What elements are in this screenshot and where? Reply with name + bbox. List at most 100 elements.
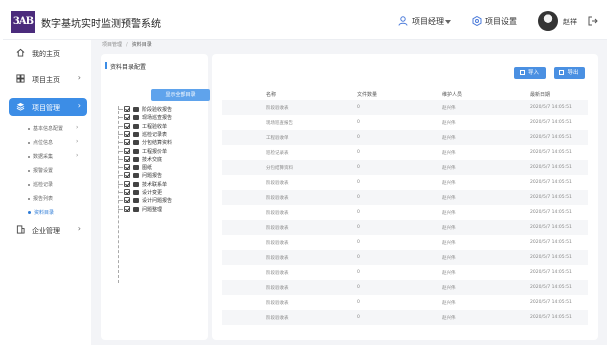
sidebar-item-home[interactable]: 我的主页 (9, 44, 87, 62)
chevron-right-icon: › (76, 124, 79, 131)
cell-maintainer: 赵兴伟 (442, 316, 456, 321)
avatar[interactable] (538, 11, 558, 31)
cell-file-count: 0 (357, 225, 360, 230)
table-row[interactable]: 阶段验收表 0 赵兴伟 2020/5/7 14:05:51 (222, 220, 588, 235)
cell-file-count: 0 (357, 285, 360, 290)
table-row[interactable]: 阶段验收表 0 赵兴伟 2020/5/7 14:05:51 (222, 265, 588, 280)
sidebar-subitem-documents[interactable]: 资料目录 (28, 209, 88, 216)
sidebar-item-project-management[interactable]: 项目管理 › (9, 98, 87, 116)
table-row[interactable]: 阶段验收表 0 赵兴伟 2020/5/7 14:05:51 (222, 175, 588, 190)
sidebar-subitem-data-collection[interactable]: 数据采集 › (28, 152, 88, 160)
cell-file-count: 0 (357, 180, 360, 185)
cell-latest-date: 2020/5/7 14:05:51 (530, 150, 572, 155)
sidebar-item-label: 项目主页 (32, 76, 60, 84)
cell-maintainer: 赵兴伟 (442, 271, 456, 276)
cell-latest-date: 2020/5/7 14:05:51 (530, 210, 572, 215)
checkbox-checked[interactable] (124, 164, 130, 171)
table-row[interactable]: 阶段验收表 0 赵兴伟 2020/5/7 14:05:51 (222, 280, 588, 295)
sidebar-subitem-inspection[interactable]: 巡检记录 (28, 181, 88, 188)
checkbox-checked[interactable] (124, 106, 130, 112)
table-row[interactable]: 阶段验收表 0 赵兴伟 2020/5/7 14:05:51 (222, 100, 588, 115)
cell-file-count: 0 (357, 195, 360, 200)
folder-icon (133, 198, 139, 204)
show-all-directories-button[interactable]: 显示全部目录 (151, 89, 210, 101)
cell-name: 阶段验收表 (266, 211, 289, 216)
sidebar-subitem-reports[interactable]: 报告列表 (28, 195, 88, 202)
table-row[interactable]: 分包结算资料 0 赵兴伟 2020/5/7 14:05:51 (222, 160, 588, 175)
tree-node-label: 巡检记录表 (142, 131, 168, 138)
checkbox-checked[interactable] (124, 189, 130, 195)
checkbox-checked[interactable] (124, 197, 130, 204)
column-header-maintainer[interactable]: 维护人员 (442, 91, 462, 98)
folder-icon (133, 190, 139, 195)
cell-latest-date: 2020/5/7 14:05:51 (530, 105, 572, 110)
cell-name: 现场巡查报告 (266, 121, 293, 126)
folder-icon (133, 123, 139, 129)
tree-connector (118, 133, 123, 135)
sidebar-item-project-home[interactable]: 项目主页 › (9, 70, 87, 88)
checkbox-checked[interactable] (124, 114, 130, 121)
table-row[interactable]: 阶段验收表 0 赵兴伟 2020/5/7 14:05:51 (222, 205, 588, 220)
sidebar-subitem-alarm-settings[interactable]: 报警设置 (28, 167, 88, 174)
cell-latest-date: 2020/5/7 14:05:51 (530, 240, 572, 245)
import-icon (519, 70, 525, 75)
sidebar-item-label: 我的主页 (32, 50, 60, 58)
checkbox-checked[interactable] (124, 139, 130, 146)
column-header-latest-date[interactable]: 最新日期 (530, 91, 550, 98)
table-row[interactable]: 阶段验收表 0 赵兴伟 2020/5/7 14:05:51 (222, 295, 588, 310)
tree-node-label: 工程报价单 (142, 148, 168, 155)
column-header-name[interactable]: 名称 (266, 91, 276, 98)
checkbox-checked[interactable] (124, 147, 130, 154)
chevron-right-icon: › (77, 101, 81, 110)
cell-file-count: 0 (357, 210, 360, 215)
cell-maintainer: 赵兴伟 (442, 226, 456, 231)
folder-icon (133, 181, 139, 187)
app-logo[interactable]: 3AB (11, 11, 35, 33)
user-name[interactable]: 赵祥 (563, 17, 577, 27)
checkbox-checked[interactable] (124, 130, 130, 137)
tree-connector (118, 167, 123, 169)
export-icon (559, 70, 565, 75)
cell-maintainer: 赵兴伟 (442, 121, 456, 126)
checkbox-checked[interactable] (124, 122, 130, 129)
table-row[interactable]: 工程验收单 0 赵兴伟 2020/5/7 14:05:51 (222, 130, 588, 145)
cell-file-count: 0 (357, 240, 360, 245)
cell-latest-date: 2020/5/7 14:05:51 (530, 195, 572, 200)
building-icon (16, 225, 25, 234)
column-header-file-count[interactable]: 文件数量 (357, 91, 377, 98)
app-title: 数字基坑实时监测预警系统 (41, 19, 161, 30)
cell-file-count: 0 (357, 150, 360, 155)
cell-name: 阶段验收表 (266, 241, 289, 246)
tree-connector (118, 158, 123, 160)
chevron-down-icon[interactable] (445, 20, 451, 24)
table-row[interactable]: 阶段验收表 0 赵兴伟 2020/5/7 14:05:51 (222, 310, 588, 325)
table-row[interactable]: 现场巡查报告 0 赵兴伟 2020/5/7 14:05:51 (222, 115, 588, 130)
logout-icon[interactable] (588, 16, 598, 26)
checkbox-checked[interactable] (124, 180, 130, 187)
sidebar-item-enterprise[interactable]: 企业管理 › (9, 221, 87, 239)
import-button[interactable]: 导入 (514, 67, 546, 79)
checkbox-checked[interactable] (124, 172, 130, 179)
chevron-right-icon: › (76, 152, 79, 159)
gear-icon[interactable] (472, 16, 482, 26)
directory-tree-panel: 资料目录配置 显示全部目录 阶段验收报告 现场巡查报告 工程验收单 巡检记录表 分包结算… (101, 54, 210, 340)
cell-file-count: 0 (357, 120, 360, 125)
chevron-right-icon: › (77, 73, 81, 82)
cell-name: 阶段验收表 (266, 301, 289, 306)
cell-latest-date: 2020/5/7 14:05:51 (530, 225, 572, 230)
checkbox-checked[interactable] (124, 205, 130, 212)
cell-name: 阶段验收表 (266, 106, 289, 111)
export-button[interactable]: 导出 (554, 67, 585, 79)
checkbox-checked[interactable] (124, 155, 130, 162)
cell-maintainer: 赵兴伟 (442, 151, 456, 156)
table-row[interactable]: 巡检记录表 0 赵兴伟 2020/5/7 14:05:51 (222, 145, 588, 160)
sidebar-subitem-basic-config[interactable]: 基本信息配置 › (28, 124, 88, 132)
sidebar-subitem-point-info[interactable]: 点位信息 › (28, 138, 88, 146)
table-row[interactable]: 阶段验收表 0 赵兴伟 2020/5/7 14:05:51 (222, 235, 588, 250)
breadcrumb-parent[interactable]: 项目管理 (102, 42, 122, 48)
project-settings-link[interactable]: 项目设置 (485, 16, 517, 27)
user-icon[interactable] (398, 16, 408, 26)
table-row[interactable]: 阶段验收表 0 赵兴伟 2020/5/7 14:05:51 (222, 250, 588, 265)
table-row[interactable]: 阶段验收表 0 赵兴伟 2020/5/7 14:05:51 (222, 190, 588, 205)
role-selector[interactable]: 项目经理 (412, 16, 444, 27)
